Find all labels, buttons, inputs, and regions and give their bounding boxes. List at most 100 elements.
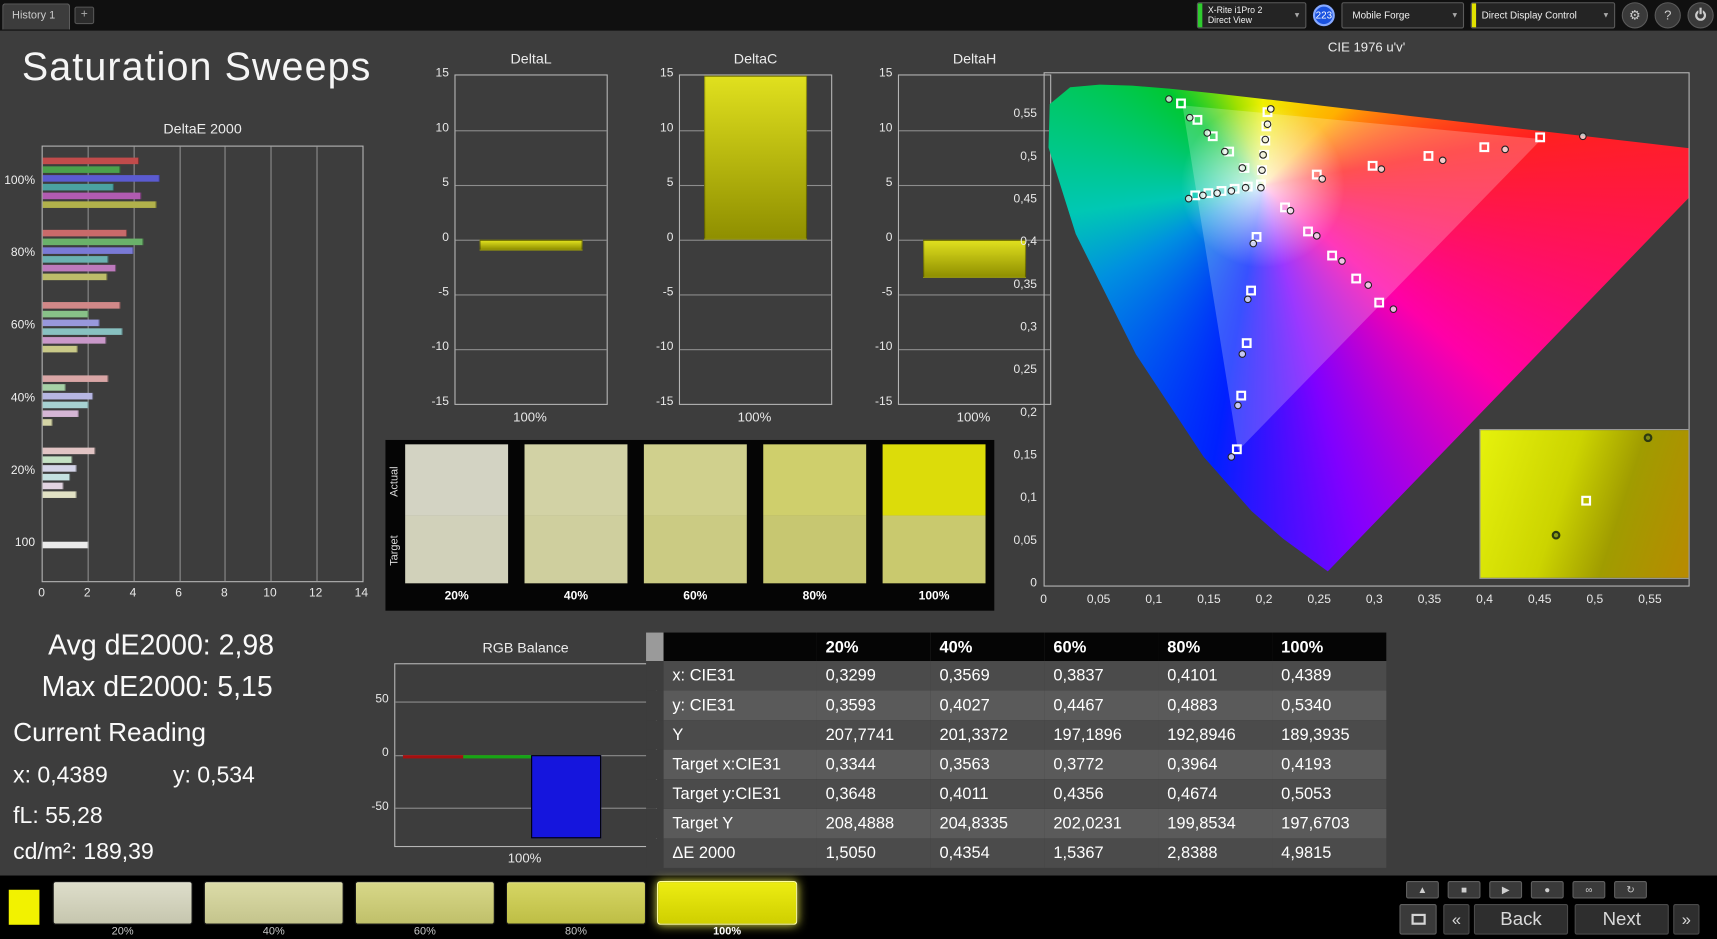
chart-title: RGB Balance bbox=[482, 639, 569, 656]
table-cell: 0,4674 bbox=[1158, 779, 1273, 809]
target-point bbox=[1367, 160, 1378, 171]
target-point bbox=[1479, 141, 1490, 152]
saturation-button-60%[interactable] bbox=[354, 881, 495, 925]
deltae-bar bbox=[42, 183, 114, 191]
stop-button[interactable]: ■ bbox=[1447, 881, 1481, 899]
table-cell: 197,6703 bbox=[1272, 808, 1387, 839]
measured-point bbox=[1389, 305, 1398, 314]
target-swatch-80% bbox=[763, 515, 867, 584]
play-button[interactable]: ▶ bbox=[1489, 881, 1523, 899]
pattern-window-button[interactable] bbox=[1399, 903, 1437, 935]
target-swatch-20% bbox=[405, 515, 509, 584]
table-cell: 0,4011 bbox=[930, 779, 1045, 809]
table-header-row: 20% 40% 60% 80% 100% bbox=[646, 632, 1387, 662]
axis-tick-label: 0,35 bbox=[1013, 277, 1037, 292]
target-point bbox=[1303, 226, 1314, 237]
axis-tick-label: -50 bbox=[371, 799, 389, 813]
deltae-bar bbox=[42, 447, 96, 454]
toolbar-right-cluster: X-Rite i1Pro 2 Direct View ▼ 223 Mobile … bbox=[1196, 2, 1714, 29]
axis-tick-label: 10 bbox=[435, 121, 449, 135]
saturation-button-20%[interactable] bbox=[52, 881, 193, 925]
saturation-button-40%[interactable] bbox=[203, 881, 344, 925]
display-control-dropdown[interactable]: Direct Display Control ▼ bbox=[1470, 2, 1616, 29]
axis-tick-label: 0 bbox=[38, 586, 45, 600]
target-point bbox=[1581, 495, 1591, 506]
deltae-bar bbox=[42, 401, 89, 408]
table-row-label: Y bbox=[663, 720, 817, 750]
meter-dropdown[interactable]: X-Rite i1Pro 2 Direct View ▼ bbox=[1196, 2, 1307, 29]
next-button[interactable]: Next bbox=[1574, 903, 1669, 935]
meter-name: X-Rite i1Pro 2 bbox=[1207, 5, 1263, 16]
reading-x: x: 0,4389 bbox=[13, 762, 108, 788]
calman-window: History 1 + X-Rite i1Pro 2 Direct View ▼… bbox=[0, 0, 1717, 939]
cie-plot bbox=[1043, 72, 1690, 587]
table-cell: 199,8534 bbox=[1158, 808, 1273, 839]
help-icon: ? bbox=[1664, 7, 1672, 23]
chevron-down-icon: ▼ bbox=[1602, 11, 1610, 20]
table-cell: 192,8946 bbox=[1158, 720, 1273, 750]
deltae-bar bbox=[42, 311, 89, 318]
next-chevrons-button[interactable]: » bbox=[1673, 903, 1700, 935]
refresh-button[interactable]: ↻ bbox=[1614, 881, 1647, 899]
gridline bbox=[395, 701, 656, 703]
axis-label: 100% bbox=[737, 409, 772, 425]
table-cell: 0,4354 bbox=[930, 838, 1045, 868]
table-cell: 0,3569 bbox=[930, 661, 1045, 691]
table-corner-cell bbox=[646, 632, 664, 662]
target-swatch-40% bbox=[524, 515, 628, 584]
expand-button[interactable]: ▲ bbox=[1406, 881, 1439, 899]
source-dropdown[interactable]: Mobile Forge ▼ bbox=[1341, 2, 1465, 29]
axis-tick-label: 0,15 bbox=[1197, 593, 1221, 607]
power-button[interactable] bbox=[1687, 2, 1714, 29]
settings-button[interactable]: ⚙ bbox=[1621, 2, 1649, 29]
back-button[interactable]: Back bbox=[1473, 903, 1569, 935]
gridline bbox=[179, 146, 181, 582]
saturation-button-80%[interactable] bbox=[505, 881, 647, 925]
group-label: 60% bbox=[10, 318, 36, 333]
deltae-bar bbox=[42, 166, 121, 174]
table-row: Target x:CIE31 0,3344 0,3563 0,3772 0,3964 0,… bbox=[646, 749, 1387, 780]
deltae-bar bbox=[42, 256, 109, 263]
deltal-chart: DeltaL 15 10 5 0 -5 -10 -15 100% bbox=[422, 50, 614, 433]
swatch-label: 60% bbox=[683, 589, 708, 604]
axis-tick-label: 0 bbox=[382, 746, 389, 760]
zoom-inset bbox=[1479, 429, 1690, 579]
gridline bbox=[455, 348, 607, 350]
measured-point bbox=[1643, 433, 1653, 443]
deltae-bar bbox=[42, 337, 107, 345]
link-button[interactable]: ∞ bbox=[1572, 881, 1606, 899]
deltae-bar bbox=[42, 491, 77, 498]
measured-point bbox=[1185, 113, 1194, 121]
target-point bbox=[1236, 391, 1247, 401]
table-header-cell bbox=[663, 632, 817, 662]
table-cell: 0,3563 bbox=[930, 749, 1045, 780]
gridline bbox=[316, 146, 318, 582]
saturation-button-100%[interactable] bbox=[657, 881, 798, 925]
deltal-plot bbox=[454, 74, 608, 405]
axis-tick-label: 0,25 bbox=[1307, 593, 1331, 607]
deltae-bar bbox=[42, 238, 144, 246]
help-button[interactable]: ? bbox=[1654, 2, 1681, 29]
deltae-bar bbox=[42, 247, 135, 255]
deltae-bar bbox=[42, 409, 80, 417]
deltae-bar bbox=[42, 273, 108, 281]
pattern-window-icon bbox=[1410, 913, 1426, 925]
table-cell: 0,3837 bbox=[1044, 661, 1159, 691]
record-button[interactable]: ● bbox=[1530, 881, 1564, 899]
axis-tick-label: 0,25 bbox=[1013, 363, 1037, 377]
table-cell: 0,4193 bbox=[1272, 749, 1387, 780]
measured-point bbox=[1244, 295, 1252, 303]
axis-tick-label: 15 bbox=[435, 66, 449, 80]
add-tab-button[interactable]: + bbox=[74, 6, 95, 25]
axis-tick-label: -10 bbox=[431, 340, 449, 354]
axis-tick-label: 0,2 bbox=[1255, 593, 1273, 607]
table-cell: 0,4101 bbox=[1158, 661, 1273, 691]
axis-tick-label: 0 bbox=[885, 230, 893, 245]
table-corner-cell bbox=[646, 690, 664, 721]
table-header-cell: 40% bbox=[930, 632, 1045, 662]
history-tab[interactable]: History 1 bbox=[2, 3, 71, 30]
swatch-label: 20% bbox=[444, 589, 469, 604]
back-chevrons-button[interactable]: « bbox=[1443, 903, 1470, 935]
axis-label: 100% bbox=[507, 850, 542, 866]
table-corner-cell bbox=[646, 720, 664, 750]
